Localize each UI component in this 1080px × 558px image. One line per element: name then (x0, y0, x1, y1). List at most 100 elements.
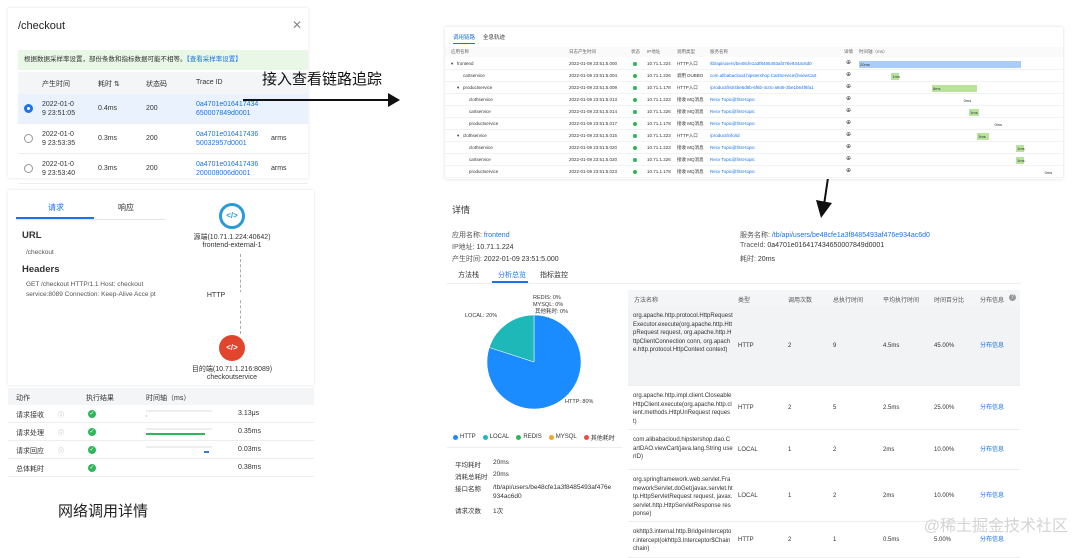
table-row[interactable]: 2022-01-0 9 23:53:35 0.3ms 200 0a4701e016417… (18, 124, 308, 154)
source-node-icon[interactable]: </> (219, 203, 245, 229)
dest-node-icon[interactable]: </> (219, 335, 245, 361)
trace-row[interactable]: productservice 2022-01-09 23:51:5.017 10.7… (445, 118, 1063, 130)
tab-metrics-monitor[interactable]: 指标监控 (540, 270, 568, 280)
row-ip: 10.71.1.226 (647, 73, 671, 78)
row-traceid-link[interactable]: 0a4701e016417436 50032957d0001 (196, 130, 258, 148)
magnifier-icon[interactable]: ⊕ (846, 83, 851, 90)
tab-response[interactable]: 响应 (118, 202, 134, 213)
row-service-link[interactable]: Recv Topic@first-topic (710, 109, 840, 114)
timing-bar-track (146, 428, 212, 435)
legend-item[interactable]: MYSQL (548, 434, 577, 441)
method-calls: 2 (788, 343, 792, 349)
table-row[interactable]: 2022-01-0 9 23:53:40 0.3ms 200 0a4701e016417… (18, 154, 308, 184)
help-icon[interactable]: ? (1009, 294, 1016, 301)
annotation-text: 接入查看链路追踪 (262, 71, 383, 88)
timeline-bar: 8ms (931, 85, 978, 92)
magnifier-icon[interactable]: ⊕ (846, 107, 851, 114)
panel-title: /checkout (18, 20, 66, 32)
legend-item[interactable]: REDIS (516, 434, 542, 441)
trace-row[interactable]: ▾ productservice 2022-01-09 23:51:5.009 10.… (445, 82, 1063, 94)
method-name: com.alibabacloud.hipstershop.dao.CartDAO… (633, 437, 733, 460)
legend-divider (447, 447, 622, 448)
ip-value: 10.71.1.224 (476, 244, 514, 251)
method-row[interactable]: com.alibabacloud.hipstershop.dao.CartDAO… (628, 430, 1020, 470)
row-ip: 10.71.1.226 (647, 157, 671, 162)
trace-row[interactable]: ▾ clothservice 2022-01-09 23:51:5.015 10.71… (445, 130, 1063, 142)
trace-row[interactable]: productservice 2022-01-09 23:51:5.023 10.7… (445, 166, 1063, 178)
magnifier-icon[interactable]: ⊕ (846, 155, 851, 162)
row-service-link[interactable]: Recv Topic@first-topic (710, 157, 840, 162)
trace-call-chain-panel: 调用链路 全息轨迹 应用名称 日志产生时间 状态 IP地址 调用类型 服务名称 … (445, 27, 1063, 179)
col-app: 应用名称 (451, 49, 469, 54)
col-result: 执行结果 (86, 395, 114, 402)
magnifier-icon[interactable]: ⊕ (846, 143, 851, 150)
magnifier-icon[interactable]: ⊕ (846, 167, 851, 174)
magnifier-icon[interactable]: ⊕ (846, 71, 851, 78)
legend-label: LOCAL (489, 434, 510, 441)
col-time[interactable]: 产生时间 (42, 79, 70, 89)
distribution-link[interactable]: 分布信息 (980, 492, 1004, 501)
status-dot (633, 170, 637, 174)
trace-row[interactable]: cartservice 2022-01-09 23:51:5.020 10.71.1… (445, 154, 1063, 166)
method-total: 2 (833, 447, 837, 453)
magnifier-icon[interactable]: ⊕ (846, 119, 851, 126)
magnifier-icon[interactable]: ⊕ (846, 59, 851, 66)
distribution-link[interactable]: 分布信息 (980, 536, 1004, 545)
col-duration[interactable]: 耗时 ⇅ (98, 79, 120, 89)
app-value-link[interactable]: frontend (484, 232, 510, 239)
service-value-link[interactable]: /tb/api/users/be48cfe1a3f8485493af476e93… (772, 232, 930, 239)
tab-method-stack[interactable]: 方法栈 (458, 270, 479, 280)
row-service-link[interactable]: com.alibabacloud.hipstershop.CartService… (710, 73, 840, 78)
analysis-pie-panel: REDIS: 0% MYSQL: 0% 其他耗时: 0% LOCAL: 20% HTTP… (447, 287, 622, 515)
legend-item[interactable]: 其他耗时 (583, 435, 615, 442)
row-service-link[interactable]: Recv Topic@first-topic (710, 121, 840, 126)
tab-request[interactable]: 请求 (48, 202, 64, 213)
time-label: 产生时间: (452, 256, 482, 263)
row-caret[interactable]: ▾ (457, 133, 459, 139)
trace-row[interactable]: ▾ frontend 2022-01-09 23:51:5.000 10.71.1.2… (445, 58, 1063, 70)
row-radio[interactable] (24, 134, 33, 143)
row-time-date: 2022-01-0 (42, 161, 74, 168)
trace-row[interactable]: clothservice 2022-01-09 23:51:5.020 10.71.… (445, 142, 1063, 154)
row-duration: 0.3ms (98, 165, 118, 172)
row-radio[interactable] (24, 164, 33, 173)
row-service-link[interactable]: /tb/api/users/be48cfe1a3f8485493af476e93… (710, 61, 840, 66)
legend-item[interactable]: HTTP (453, 434, 476, 441)
trace-row[interactable]: cartservice 2022-01-09 23:51:5.014 10.71.1… (445, 106, 1063, 118)
info-icon[interactable]: ⓘ (58, 428, 64, 437)
distribution-link[interactable]: 分布信息 (980, 404, 1004, 413)
legend-item[interactable]: LOCAL (482, 434, 510, 441)
row-service-link[interactable]: Recv Topic@first-topic (710, 169, 840, 174)
row-ip: 10.71.1.226 (647, 109, 671, 114)
close-icon[interactable]: ✕ (292, 18, 302, 32)
tab-analysis-overview[interactable]: 分析总览 (498, 270, 526, 280)
row-time: 2022-01-0 9 23:51:05 (42, 100, 75, 118)
info-icon[interactable]: ⓘ (58, 410, 64, 419)
magnifier-icon[interactable]: ⊕ (846, 131, 851, 138)
col-dist: 分布信息 (980, 298, 1005, 304)
trace-row[interactable]: clothservice 2022-01-09 23:51:5.013 10.71.… (445, 94, 1063, 106)
sampling-settings-link[interactable]: 【查看采样率设置】 (187, 56, 242, 63)
magnifier-icon[interactable]: ⊕ (846, 95, 851, 102)
distribution-link[interactable]: 分布信息 (980, 446, 1004, 455)
row-service-link[interactable]: /product/list/4be5d5b-6f6b-4c0c-a948-3be… (710, 85, 840, 90)
row-caret[interactable]: ▾ (457, 85, 459, 91)
row-service-link[interactable]: Recv Topic@first-topic (710, 97, 840, 102)
method-row[interactable]: org.apache.http.impl.client.CloseableHtt… (628, 386, 1020, 430)
row-app: productservice (469, 121, 499, 126)
arrow-shaft-horizontal (243, 99, 391, 101)
info-icon[interactable]: ⓘ (58, 446, 64, 455)
status-dot (633, 110, 637, 114)
tab-holographic-trace[interactable]: 全息轨迹 (483, 33, 505, 41)
method-row[interactable]: org.apache.http.protocol.HttpRequestExec… (628, 306, 1020, 386)
trace-row[interactable]: cartservice 2022-01-09 23:51:5.004 10.71.1… (445, 70, 1063, 82)
row-radio[interactable] (24, 104, 33, 113)
row-traceid-link[interactable]: 0a4701e016417434 650007849d0001 (196, 100, 258, 118)
row-service-link[interactable]: /product/info/id (710, 133, 840, 138)
row-traceid-link[interactable]: 0a4701e016417436 200008006d0001 (196, 160, 258, 178)
distribution-link[interactable]: 分布信息 (980, 342, 1004, 351)
row-caret[interactable]: ▾ (451, 61, 453, 67)
count-label: 请求次数 (455, 508, 481, 515)
tab-call-chain[interactable]: 调用链路 (453, 33, 476, 44)
row-service-link[interactable]: Recv Topic@first-topic (710, 145, 840, 150)
